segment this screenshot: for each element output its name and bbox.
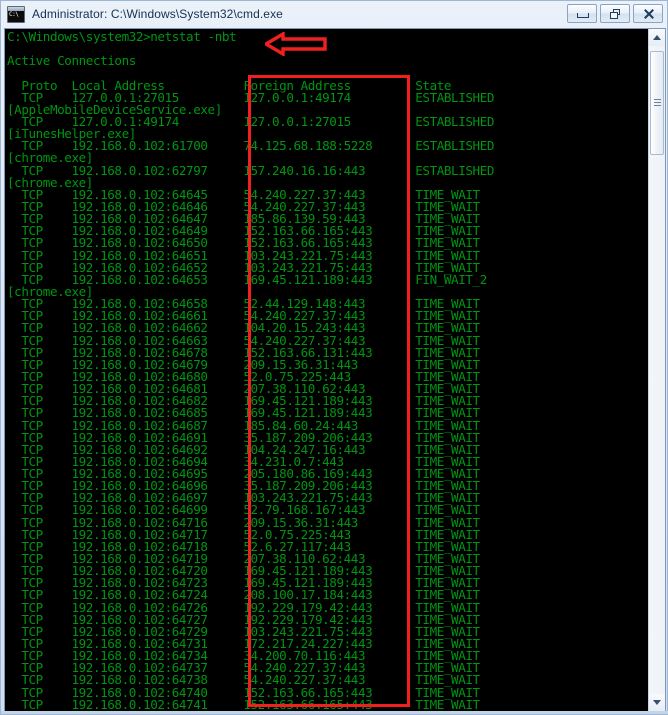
active-connections-heading: Active Connections	[7, 53, 136, 69]
scrollbar-grip-icon	[654, 99, 661, 106]
restore-button[interactable]	[600, 4, 630, 23]
restore-icon-front	[610, 12, 618, 19]
window-controls	[567, 4, 663, 23]
cmd-window: Administrator: C:\Windows\System32\cmd.e…	[0, 0, 668, 715]
scroll-down-icon[interactable]	[649, 694, 665, 711]
minimize-icon	[577, 13, 589, 18]
prompt-line: C:\Windows\system32>netstat -nbt	[7, 29, 237, 44]
cmd-console-icon	[7, 5, 25, 23]
window-bottom-edge	[1, 711, 668, 714]
scroll-up-icon[interactable]	[649, 29, 665, 46]
console-output[interactable]: C:\Windows\system32>netstat -nbt Active C…	[5, 29, 649, 711]
close-button[interactable]	[633, 4, 663, 23]
connection-row: TCP 192.168.0.102:64741 152.163.66.165:4…	[7, 696, 480, 711]
minimize-button[interactable]	[567, 4, 597, 23]
console-client-area: C:\Windows\system32>netstat -nbt Active C…	[4, 28, 666, 712]
vertical-scrollbar[interactable]	[648, 29, 665, 711]
scrollbar-thumb[interactable]	[650, 51, 664, 155]
window-title: Administrator: C:\Windows\System32\cmd.e…	[32, 7, 283, 21]
console-text: C:\Windows\system32>netstat -nbt Active C…	[7, 29, 494, 711]
close-icon	[634, 5, 662, 22]
